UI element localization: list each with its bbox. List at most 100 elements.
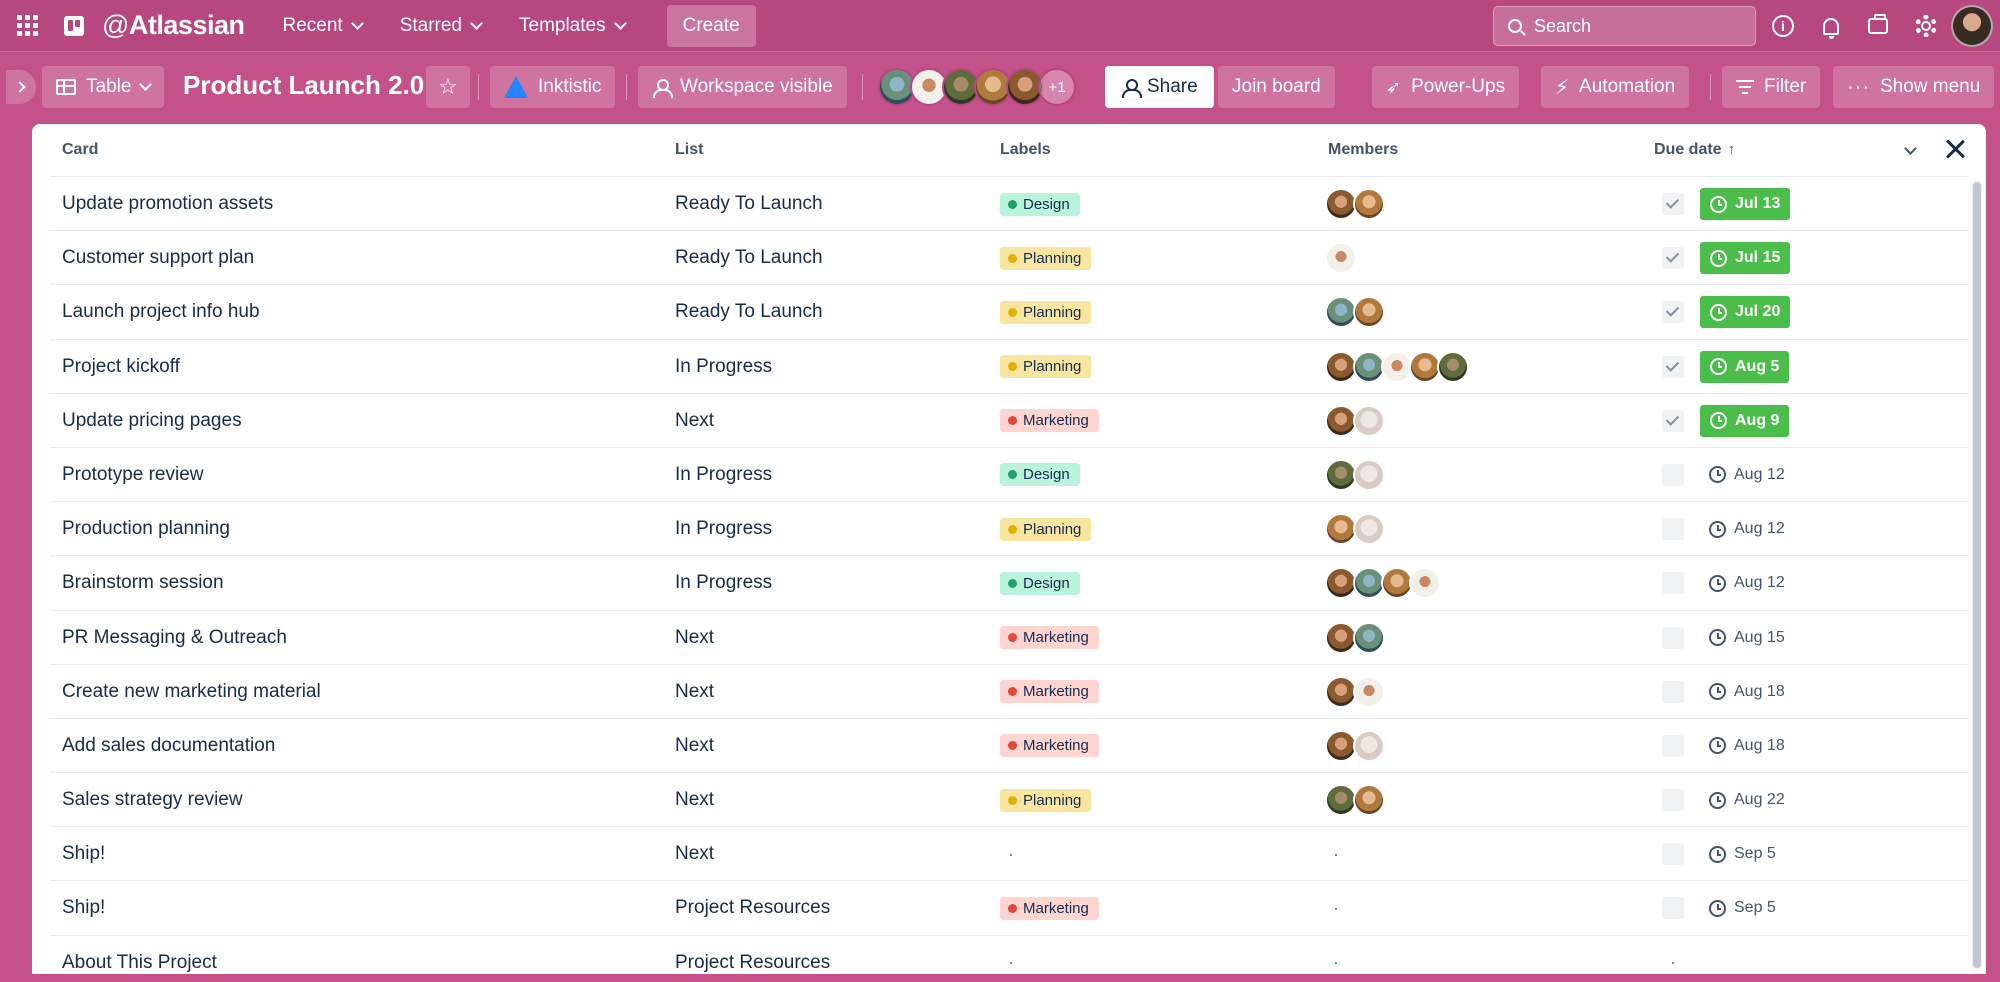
due-date-cell[interactable]: Jul 20 xyxy=(1662,285,1791,339)
labels-cell[interactable]: Planning xyxy=(1000,285,1092,339)
due-date-cell[interactable]: Jul 13 xyxy=(1662,177,1791,231)
avatar[interactable] xyxy=(1437,350,1469,383)
brand-logo[interactable]: @Atlassian xyxy=(102,10,245,41)
due-complete-checkbox[interactable] xyxy=(1662,518,1684,541)
labels-cell[interactable]: Design xyxy=(1000,556,1080,610)
list-name[interactable]: In Progress xyxy=(675,340,772,394)
vertical-scrollbar[interactable] xyxy=(1972,180,1982,970)
labels-cell[interactable]: Marketing xyxy=(1000,665,1099,719)
table-row[interactable]: Add sales documentation Next Marketing Aug … xyxy=(50,717,1968,773)
due-complete-checkbox[interactable] xyxy=(1662,626,1684,649)
due-date-cell[interactable]: Aug 5 xyxy=(1662,340,1790,394)
notifications-button[interactable] xyxy=(1818,13,1844,39)
card-name[interactable]: Create new marketing material xyxy=(62,665,321,719)
members-cell[interactable]: · xyxy=(1325,881,1339,935)
label-badge[interactable]: Marketing xyxy=(1000,409,1099,433)
avatar[interactable] xyxy=(1325,242,1357,275)
due-complete-checkbox[interactable] xyxy=(1662,193,1684,215)
due-complete-checkbox[interactable] xyxy=(1662,789,1684,812)
avatar[interactable] xyxy=(1353,296,1385,329)
avatar[interactable] xyxy=(1353,513,1385,546)
show-menu-button[interactable]: ··· Show menu xyxy=(1833,66,1995,108)
account-avatar[interactable] xyxy=(1951,5,1993,47)
members-cell[interactable] xyxy=(1325,231,1357,285)
filter-button[interactable]: Filter xyxy=(1722,66,1821,108)
label-badge[interactable]: Design xyxy=(1000,463,1080,487)
members-cell[interactable] xyxy=(1325,177,1385,231)
card-name[interactable]: Prototype review xyxy=(62,448,204,502)
list-name[interactable]: Ready To Launch xyxy=(675,231,823,285)
due-date-cell[interactable]: Aug 18 xyxy=(1662,665,1795,719)
card-name[interactable]: Ship! xyxy=(62,827,105,881)
list-name[interactable]: Ready To Launch xyxy=(675,177,823,231)
label-badge[interactable]: Marketing xyxy=(1000,734,1099,758)
table-row[interactable]: Sales strategy review Next Planning Aug 22 xyxy=(50,772,1968,826)
list-name[interactable]: Project Resources xyxy=(675,936,830,974)
due-date-cell[interactable]: Aug 22 xyxy=(1662,773,1795,827)
close-icon[interactable] xyxy=(1942,136,1968,162)
avatar[interactable] xyxy=(1353,729,1385,762)
search-input[interactable] xyxy=(1534,15,1734,37)
labels-cell[interactable]: · xyxy=(1000,936,1014,974)
app-switcher-icon[interactable] xyxy=(12,11,42,41)
due-date-badge[interactable]: Jul 13 xyxy=(1700,188,1791,220)
column-options-chevron-icon[interactable] xyxy=(1904,142,1917,155)
list-name[interactable]: In Progress xyxy=(675,556,772,610)
table-row[interactable]: Brainstorm session In Progress Design Aug 1… xyxy=(50,555,1968,609)
due-complete-checkbox[interactable] xyxy=(1662,247,1684,270)
due-date-badge[interactable]: Aug 12 xyxy=(1700,567,1795,599)
due-date-badge[interactable]: Aug 22 xyxy=(1700,784,1795,816)
due-complete-checkbox[interactable] xyxy=(1662,897,1684,920)
nav-menu-recent[interactable]: Recent xyxy=(282,15,364,37)
due-complete-checkbox[interactable] xyxy=(1662,734,1684,757)
list-name[interactable]: In Progress xyxy=(675,448,772,502)
due-date-badge[interactable]: Aug 5 xyxy=(1700,350,1790,383)
due-complete-checkbox[interactable] xyxy=(1662,409,1684,432)
due-date-cell[interactable]: Aug 12 xyxy=(1662,448,1795,502)
label-badge[interactable]: Marketing xyxy=(1000,896,1099,920)
due-date-cell[interactable]: Aug 9 xyxy=(1662,394,1790,448)
label-badge[interactable]: Design xyxy=(1000,192,1080,216)
label-badge[interactable]: Planning xyxy=(1000,300,1092,324)
labels-cell[interactable]: Design xyxy=(1000,448,1080,502)
label-badge[interactable]: Marketing xyxy=(1000,680,1099,704)
trello-logo-icon[interactable] xyxy=(64,15,84,36)
label-badge[interactable]: Planning xyxy=(1000,246,1092,270)
briefcase-button[interactable] xyxy=(1865,13,1891,39)
members-cell[interactable] xyxy=(1325,719,1385,773)
members-cell[interactable] xyxy=(1325,611,1385,665)
due-date-cell[interactable]: · xyxy=(1662,936,1676,974)
column-header-due-date[interactable]: Due date ↑ xyxy=(1654,141,1735,159)
card-name[interactable]: Production planning xyxy=(62,502,230,556)
label-badge[interactable]: Planning xyxy=(1000,517,1092,541)
due-date-badge[interactable]: Jul 15 xyxy=(1700,242,1791,275)
card-name[interactable]: Update promotion assets xyxy=(62,177,273,231)
due-date-cell[interactable]: Aug 15 xyxy=(1662,611,1795,665)
list-name[interactable]: Next xyxy=(675,394,714,448)
card-name[interactable]: PR Messaging & Outreach xyxy=(62,611,287,665)
members-cell[interactable] xyxy=(1325,556,1441,610)
list-name[interactable]: Next xyxy=(675,611,714,665)
info-button[interactable]: i xyxy=(1770,13,1796,39)
visibility-button[interactable]: Workspace visible xyxy=(638,66,847,108)
card-name[interactable]: Brainstorm session xyxy=(62,556,224,610)
card-name[interactable]: Sales strategy review xyxy=(62,773,243,827)
labels-cell[interactable]: Planning xyxy=(1000,340,1092,394)
due-date-badge[interactable]: Aug 18 xyxy=(1700,730,1795,762)
avatar[interactable] xyxy=(1353,458,1385,491)
labels-cell[interactable]: · xyxy=(1000,827,1014,881)
table-row[interactable]: Create new marketing material Next Marketi… xyxy=(50,663,1968,719)
table-row[interactable]: Production planning In Progress Planning Au… xyxy=(50,501,1968,555)
labels-cell[interactable]: Planning xyxy=(1000,502,1092,556)
avatar[interactable] xyxy=(1409,567,1441,600)
list-name[interactable]: Ready To Launch xyxy=(675,285,823,339)
members-cell[interactable]: · xyxy=(1325,827,1339,881)
table-row[interactable]: Launch project info hub Ready To Launch Pl… xyxy=(50,284,1968,338)
table-row[interactable]: Customer support plan Ready To Launch Plan… xyxy=(50,230,1968,284)
automation-button[interactable]: ⚡ Automation xyxy=(1541,66,1690,108)
due-date-badge[interactable]: Aug 12 xyxy=(1700,513,1795,545)
create-button[interactable]: Create xyxy=(666,4,756,47)
table-row[interactable]: Project kickoff In Progress Planning Aug 5 xyxy=(50,338,1968,394)
due-complete-checkbox[interactable] xyxy=(1662,301,1684,324)
column-header-list[interactable]: List xyxy=(675,141,703,159)
